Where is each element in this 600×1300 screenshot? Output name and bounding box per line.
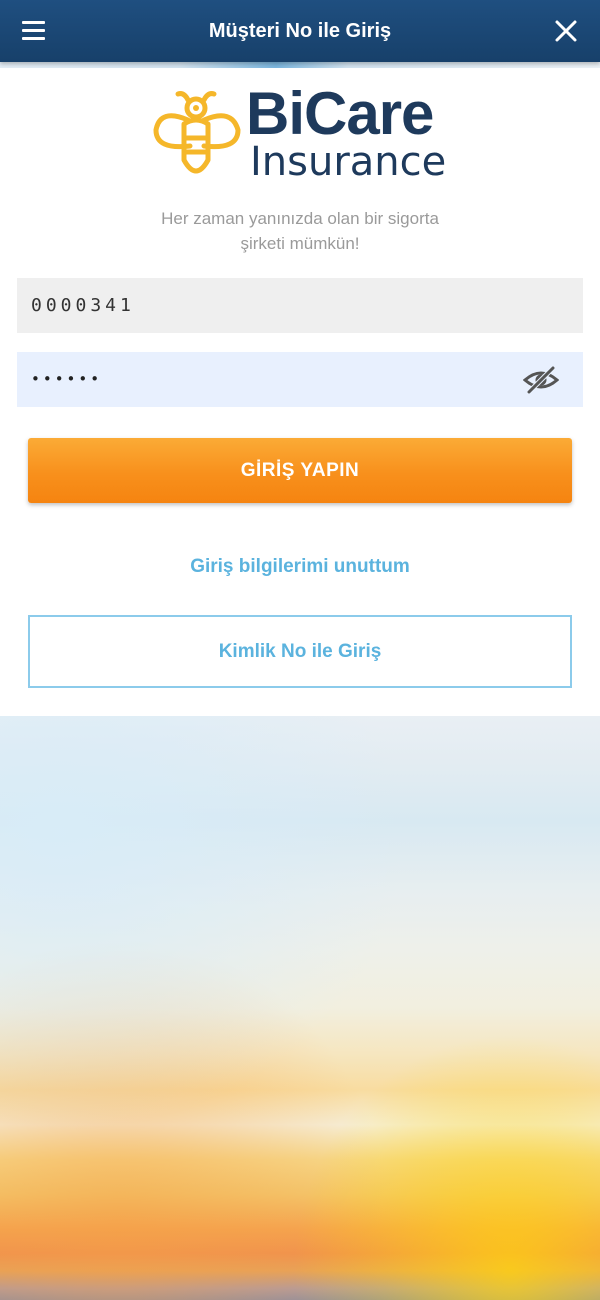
tagline: Her zaman yanınızda olan bir sigorta şir… bbox=[130, 206, 470, 256]
bicare-logo: BiCare Insurance bbox=[150, 82, 455, 190]
eye-slash-icon[interactable] bbox=[522, 365, 560, 395]
page-title: Müşteri No ile Giriş bbox=[208, 20, 392, 42]
id-number-login-button[interactable]: Kimlik No ile Giriş bbox=[28, 615, 572, 688]
top-app-bar: Müşteri No ile Giriş bbox=[0, 0, 600, 62]
password-field[interactable]: •••••• bbox=[17, 352, 583, 407]
header-image-strip bbox=[0, 62, 600, 68]
password-value: •••••• bbox=[31, 370, 103, 388]
tagline-line-2: şirketi mümkün! bbox=[240, 234, 360, 253]
close-icon[interactable] bbox=[552, 17, 580, 45]
forgot-credentials-link[interactable]: Giriş bilgilerimi unuttum bbox=[100, 553, 500, 581]
login-button[interactable]: GİRİŞ YAPIN bbox=[28, 438, 572, 503]
customer-number-field[interactable]: 0000341 bbox=[17, 278, 583, 333]
brand-name: BiCare bbox=[246, 80, 434, 147]
tagline-line-1: Her zaman yanınızda olan bir sigorta bbox=[161, 209, 439, 228]
brand-subtitle: Insurance bbox=[250, 139, 447, 185]
sky-background-glow bbox=[0, 716, 600, 1300]
customer-number-value: 0000341 bbox=[31, 295, 135, 316]
